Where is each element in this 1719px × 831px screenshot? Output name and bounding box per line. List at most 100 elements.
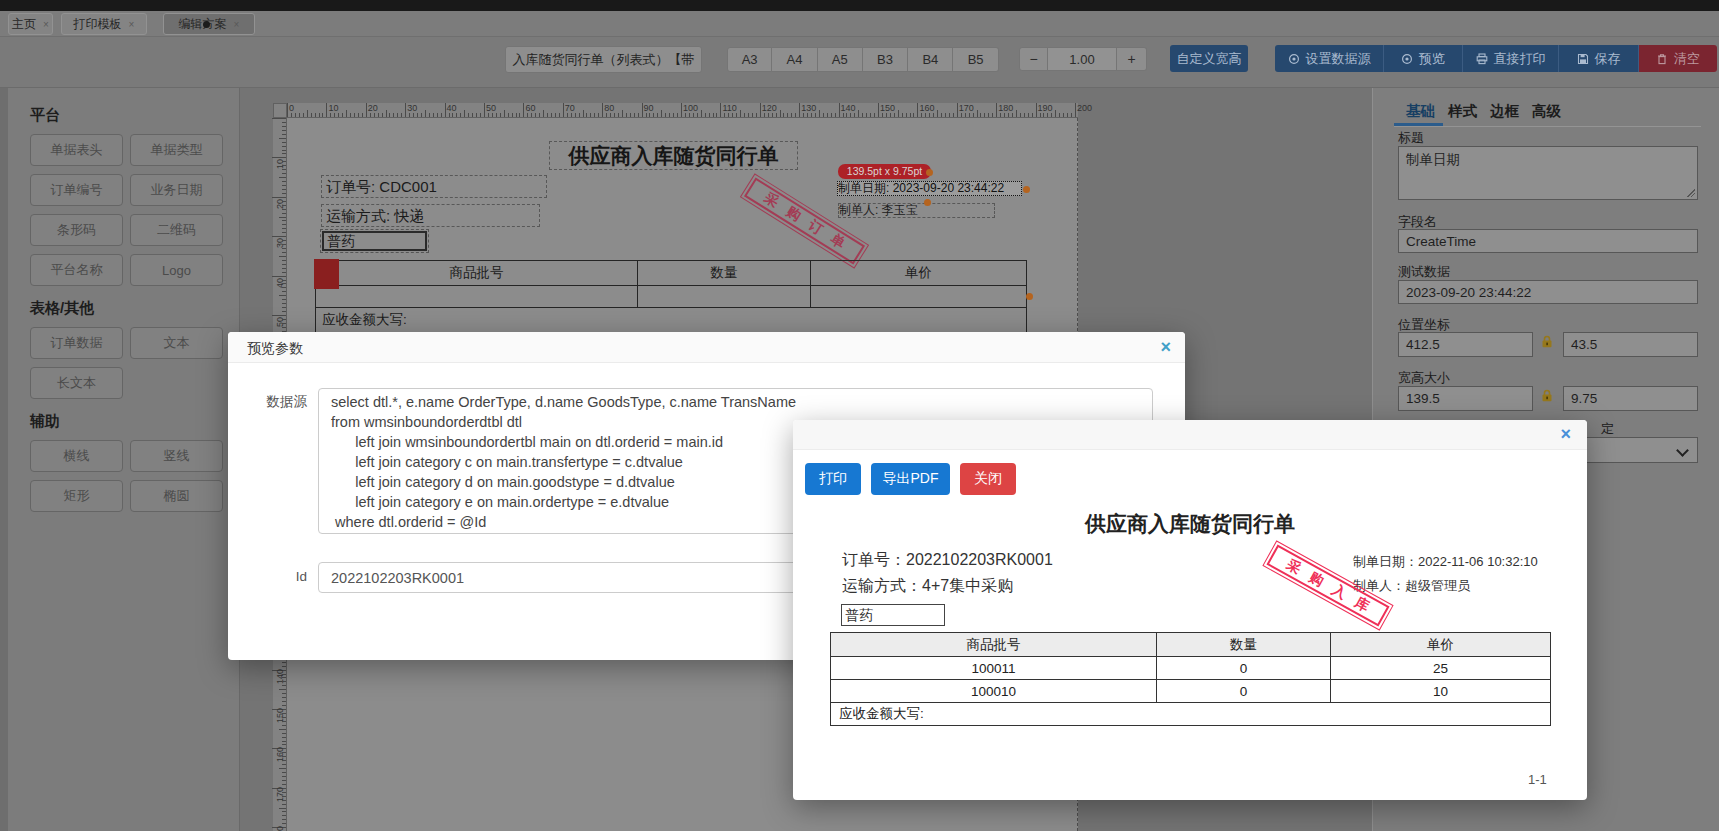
tab-close-icon[interactable]: × (43, 19, 49, 30)
preview-table-header: 商品批号 (831, 633, 1157, 657)
tab-打印模板[interactable]: 打印模板 × (61, 13, 147, 35)
sidebar-item-订单数据[interactable]: 订单数据 (30, 327, 123, 359)
sidebar-item-二维码[interactable]: 二维码 (130, 214, 223, 246)
paper-size-A4[interactable]: A4 (772, 47, 817, 72)
preview-transport: 运输方式：4+7集中采购 (842, 576, 1013, 597)
print-button[interactable]: 打印 (805, 463, 861, 495)
position-x-input[interactable]: 412.5 (1398, 332, 1533, 357)
tab-主页[interactable]: 主页× (8, 13, 53, 35)
sidebar-section-title: 表格/其他 (30, 299, 224, 318)
canvas-table-header: 数量 (638, 261, 811, 286)
template-select-button[interactable]: 入库随货同行单（列表式）【带 (505, 46, 702, 73)
canvas-transport-element[interactable]: 运输方式: 快递 (321, 204, 540, 227)
resize-handle-table[interactable] (1026, 293, 1033, 300)
paper-size-B4[interactable]: B4 (908, 47, 953, 72)
height-input[interactable]: 9.75 (1563, 386, 1698, 411)
dialog-title: 预览参数 (247, 340, 303, 358)
resize-handle-right[interactable] (1023, 186, 1030, 193)
set-datasource-button[interactable]: 设置数据源 (1275, 45, 1383, 72)
resize-handle-top[interactable] (926, 169, 933, 176)
sidebar-item-平台名称[interactable]: 平台名称 (30, 254, 123, 286)
canvas-title-element[interactable]: 供应商入库随货同行单 (549, 141, 798, 170)
sidebar-item-条形码[interactable]: 条形码 (30, 214, 123, 246)
canvas-table-header: 商品批号 (316, 261, 638, 286)
resize-handle-bottom[interactable] (924, 199, 931, 206)
tab-label: 打印模板 (74, 16, 122, 33)
canvas-table-header: 单价 (811, 261, 1027, 286)
testdata-input[interactable]: 2023-09-20 23:44:22 (1398, 280, 1698, 304)
close-button[interactable]: 关闭 (960, 463, 1016, 495)
zoom-out-button[interactable]: − (1019, 47, 1048, 71)
save-button[interactable]: 保存 (1558, 45, 1638, 72)
export-pdf-button[interactable]: 导出PDF (871, 463, 950, 495)
partial-label: 定 (1601, 420, 1614, 438)
position-y-input[interactable]: 43.5 (1563, 332, 1698, 357)
sidebar-item-单据表头[interactable]: 单据表头 (30, 134, 123, 166)
sidebar-item-横线[interactable]: 横线 (30, 440, 123, 472)
chevron-down-icon (1676, 444, 1689, 457)
print-preview-dialog: × 打印 导出PDF 关闭 供应商入库随货同行单 订单号：2022102203R… (793, 420, 1587, 800)
sidebar-item-Logo[interactable]: Logo (130, 254, 223, 286)
sidebar-item-矩形[interactable]: 矩形 (30, 480, 123, 512)
tab-编辑方案[interactable]: 编辑方案× (163, 13, 255, 35)
sidebar-item-业务日期[interactable]: 业务日期 (130, 174, 223, 206)
trash-icon (1656, 53, 1668, 65)
tab-style[interactable]: 样式 (1448, 102, 1477, 121)
zoom-in-button[interactable]: + (1117, 47, 1147, 71)
tab-close-icon[interactable]: × (129, 19, 135, 30)
tab-basic[interactable]: 基础 (1406, 102, 1435, 121)
sidebar-item-单据类型[interactable]: 单据类型 (130, 134, 223, 166)
dialog-header (228, 332, 1185, 363)
width-input[interactable]: 139.5 (1398, 386, 1533, 411)
canvas-table-cell (638, 286, 811, 308)
title-field-value: 制单日期 (1406, 151, 1460, 169)
close-icon[interactable]: × (1160, 337, 1171, 358)
preview-make-date: 制单日期：2022-11-06 10:32:10 (1353, 553, 1538, 571)
preview-table-cell: 0 (1157, 680, 1331, 703)
sidebar-item-订单编号[interactable]: 订单编号 (30, 174, 123, 206)
custom-size-button[interactable]: 自定义宽高 (1170, 45, 1248, 72)
fieldname-input[interactable]: CreateTime (1398, 229, 1698, 253)
action-button-group: 设置数据源 预览 直接打印 保存 清空 (1275, 45, 1717, 72)
ruler-corner (273, 103, 287, 118)
table-row-handle[interactable] (314, 259, 339, 289)
canvas-makedate-element-selected[interactable]: 制单日期: 2023-09-20 23:44:22 (837, 181, 1022, 196)
canvas-table-cell (811, 286, 1027, 308)
clear-button[interactable]: 清空 (1638, 45, 1717, 72)
print-template-designer: 主页×打印模板×编辑方案× 入库随货同行单（列表式）【带 A3A4A5B3B4B… (0, 0, 1719, 831)
active-tab-dot (203, 21, 210, 28)
tab-advanced[interactable]: 高级 (1532, 102, 1561, 121)
canvas-drugtype-element[interactable]: 普药 (322, 231, 427, 251)
sidebar-item-竖线[interactable]: 竖线 (130, 440, 223, 472)
paper-size-A5[interactable]: A5 (818, 47, 863, 72)
save-label: 保存 (1595, 50, 1621, 68)
sidebar-item-文本[interactable]: 文本 (130, 327, 223, 359)
datasource-label: 数据源 (265, 393, 307, 411)
tab-close-icon[interactable]: × (234, 19, 240, 30)
tab-bar: 主页×打印模板×编辑方案× (0, 11, 1719, 37)
preview-make-person: 制单人：超级管理员 (1353, 577, 1470, 595)
sidebar-section-title: 辅助 (30, 412, 224, 431)
canvas-makeperson-element[interactable]: 制单人: 李玉宝 (838, 203, 995, 218)
canvas-data-table[interactable]: 商品批号数量单价应收金额大写: (315, 260, 1027, 333)
direct-print-button[interactable]: 直接打印 (1462, 45, 1558, 72)
tab-border[interactable]: 边框 (1490, 102, 1519, 121)
paper-size-B3[interactable]: B3 (863, 47, 908, 72)
title-field-input[interactable]: 制单日期 (1398, 146, 1698, 200)
datasource-icon (1288, 53, 1300, 65)
horizontal-ruler: 0102030405060708090100110120130140150160… (287, 103, 1078, 118)
sidebar-item-椭圆[interactable]: 椭圆 (130, 480, 223, 512)
preview-table-cell: 25 (1331, 657, 1551, 680)
zoom-value[interactable]: 1.00 (1048, 47, 1117, 71)
textarea-resize-grip[interactable] (1687, 189, 1695, 197)
lock-icon-2 (1540, 389, 1554, 402)
preview-table-cell: 100011 (831, 657, 1157, 680)
paper-size-B5[interactable]: B5 (953, 47, 998, 72)
canvas-orderno-element[interactable]: 订单号: CDC001 (321, 175, 547, 198)
sidebar-item-长文本[interactable]: 长文本 (30, 367, 123, 399)
paper-size-A3[interactable]: A3 (727, 47, 772, 72)
close-icon[interactable]: × (1560, 424, 1571, 445)
preview-doc-title: 供应商入库随货同行单 (793, 510, 1587, 538)
eye-icon (1401, 53, 1413, 65)
preview-button[interactable]: 预览 (1383, 45, 1462, 72)
